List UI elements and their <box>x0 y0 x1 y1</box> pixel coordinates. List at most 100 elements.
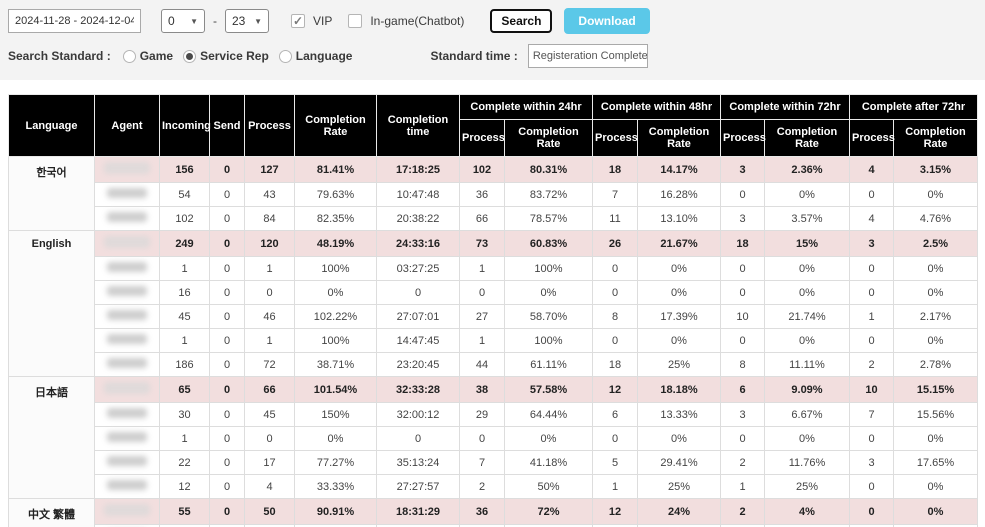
cell: 57.58% <box>505 377 593 403</box>
agent-cell <box>95 281 160 305</box>
cell: 15.15% <box>894 377 978 403</box>
cell: 8 <box>721 353 765 377</box>
cell: 102 <box>160 207 210 231</box>
agent-cell <box>95 231 160 257</box>
agent-cell <box>95 183 160 207</box>
cell: 0 <box>210 183 245 207</box>
col-group-24hr: Complete within 24hr <box>460 95 593 120</box>
cell: 41.18% <box>505 451 593 475</box>
chevron-down-icon: ▼ <box>190 17 198 26</box>
cell: 65 <box>160 377 210 403</box>
filter-bar: 0 ▼ - 23 ▼ ✓ VIP ✓ In-game(Chatbot) Sear… <box>0 0 985 80</box>
agent-cell <box>95 257 160 281</box>
cell: 45 <box>160 305 210 329</box>
cell: 80.31% <box>505 157 593 183</box>
radio-label: Service Rep <box>200 49 269 63</box>
cell: 73 <box>460 231 505 257</box>
cell: 6.67% <box>765 403 850 427</box>
col-group-48hr: Complete within 48hr <box>593 95 721 120</box>
cell: 50% <box>505 475 593 499</box>
search-standard-label: Search Standard : <box>8 49 111 63</box>
ingame-checkbox[interactable]: ✓ <box>348 14 362 28</box>
blurred-agent-name <box>107 480 147 490</box>
blurred-agent-name <box>107 456 147 466</box>
cell: 20:38:22 <box>377 207 460 231</box>
subcol-process: Process <box>850 120 894 157</box>
subcol-completion-rate: Completion Rate <box>505 120 593 157</box>
cell: 0% <box>894 281 978 305</box>
cell: 0 <box>210 451 245 475</box>
cell: 0 <box>210 475 245 499</box>
cell: 156 <box>160 157 210 183</box>
cell: 27:27:57 <box>377 475 460 499</box>
hour-from-select[interactable]: 0 ▼ <box>161 9 205 33</box>
cell: 0 <box>210 427 245 451</box>
cell: 2.17% <box>894 305 978 329</box>
download-button[interactable]: Download <box>564 8 649 34</box>
hour-range-separator: - <box>213 14 217 28</box>
table-row: 日本語65066101.54%32:33:283857.58%1218.18%6… <box>9 377 978 403</box>
cell: 0 <box>593 427 638 451</box>
language-cell: 한국어 <box>9 157 95 231</box>
cell: 0 <box>721 427 765 451</box>
cell: 2 <box>721 451 765 475</box>
cell: 100% <box>505 329 593 353</box>
hour-to-select[interactable]: 23 ▼ <box>225 9 269 33</box>
vip-checkbox[interactable]: ✓ <box>291 14 305 28</box>
cell: 4.76% <box>894 207 978 231</box>
cell: 24:33:16 <box>377 231 460 257</box>
cell: 25% <box>765 475 850 499</box>
cell: 72 <box>245 353 295 377</box>
cell: 0 <box>210 353 245 377</box>
search-button[interactable]: Search <box>490 9 552 33</box>
cell: 100% <box>295 257 377 281</box>
cell: 0 <box>210 377 245 403</box>
cell: 1 <box>160 329 210 353</box>
standard-time-select[interactable]: Registeration Complete ~ Cer <box>528 44 648 68</box>
cell: 4 <box>245 475 295 499</box>
cell: 0 <box>850 281 894 305</box>
cell: 24% <box>638 499 721 525</box>
cell: 0% <box>765 281 850 305</box>
cell: 17.39% <box>638 305 721 329</box>
cell: 32:00:12 <box>377 403 460 427</box>
col-group-after-72hr: Complete after 72hr <box>850 95 978 120</box>
cell: 64.44% <box>505 403 593 427</box>
cell: 3 <box>850 231 894 257</box>
cell: 0% <box>894 329 978 353</box>
radio-service-rep[interactable] <box>183 50 196 63</box>
agent-cell <box>95 427 160 451</box>
cell: 72% <box>505 499 593 525</box>
cell: 11.76% <box>765 451 850 475</box>
cell: 100% <box>295 329 377 353</box>
language-cell: English <box>9 231 95 377</box>
date-range-input[interactable] <box>8 9 141 33</box>
cell: 0 <box>721 329 765 353</box>
cell: 0 <box>377 281 460 305</box>
col-incoming: Incoming <box>160 95 210 157</box>
table-row: 101100%03:27:251100%00%00%00% <box>9 257 978 281</box>
cell: 54 <box>160 183 210 207</box>
cell: 0 <box>850 329 894 353</box>
cell: 18 <box>593 157 638 183</box>
cell: 3 <box>721 207 765 231</box>
table-header: Language Agent Incoming Send Process Com… <box>9 95 978 157</box>
cell: 4 <box>850 207 894 231</box>
subcol-completion-rate: Completion Rate <box>765 120 850 157</box>
cell: 0% <box>638 427 721 451</box>
cell: 0 <box>210 305 245 329</box>
blurred-agent-name <box>107 212 147 222</box>
cell: 36 <box>460 499 505 525</box>
cell: 127 <box>245 157 295 183</box>
cell: 2.36% <box>765 157 850 183</box>
table-row: 한국어156012781.41%17:18:2510280.31%1814.17… <box>9 157 978 183</box>
radio-language[interactable] <box>279 50 292 63</box>
cell: 0% <box>765 183 850 207</box>
cell: 17 <box>245 451 295 475</box>
cell: 13.33% <box>638 403 721 427</box>
blurred-agent-name <box>104 162 150 174</box>
cell: 0 <box>593 257 638 281</box>
cell: 14:47:45 <box>377 329 460 353</box>
radio-game[interactable] <box>123 50 136 63</box>
table-row: English249012048.19%24:33:167360.83%2621… <box>9 231 978 257</box>
